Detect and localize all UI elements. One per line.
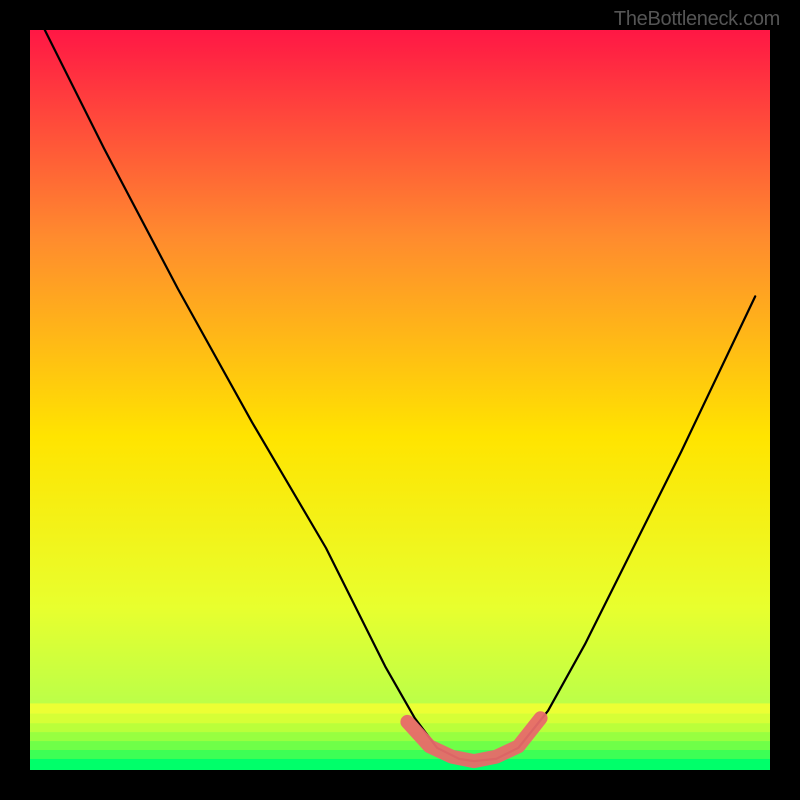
watermark-text: TheBottleneck.com (614, 8, 780, 31)
bottleneck-chart (30, 30, 770, 770)
chart-container (30, 30, 770, 770)
